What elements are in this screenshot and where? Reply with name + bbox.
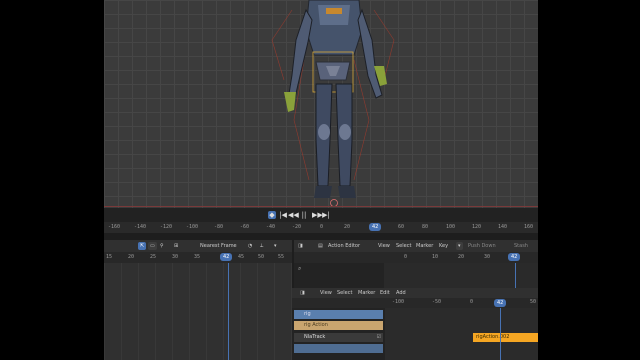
ruler-tick: -120 xyxy=(160,224,173,230)
playback-bar: ◆ |◀ ◀◀ || ▶▶ ▶| xyxy=(104,208,538,222)
jump-end-button[interactable]: ▶| xyxy=(322,211,330,219)
ruler-tick: 140 xyxy=(498,224,508,230)
floor-line xyxy=(104,206,538,207)
channel-rig[interactable]: rig xyxy=(294,310,383,319)
menu-marker[interactable]: Marker xyxy=(416,242,433,250)
snap-mode-dropdown[interactable]: Nearest Frame xyxy=(200,242,237,250)
ruler-tick: 55 xyxy=(278,254,285,260)
ruler-tick: 20 xyxy=(458,254,465,260)
ruler-tick: 20 xyxy=(344,224,351,230)
ruler-tick: 10 xyxy=(432,254,439,260)
action-editor-header: ◨ ▤ Action Editor View Select Marker Key… xyxy=(294,240,538,252)
keyframe-record-button[interactable]: ◆ xyxy=(268,211,276,219)
channel-nla-track[interactable]: NlaTrack ☑ xyxy=(294,333,383,342)
proportional-icon[interactable]: ◔ xyxy=(248,242,252,250)
ruler-tick: 60 xyxy=(398,224,405,230)
timeline-ruler[interactable]: -160 -140 -120 -100 -80 -60 -40 -20 0 20… xyxy=(104,222,538,233)
current-frame-badge[interactable]: 42 xyxy=(494,299,507,307)
action-editor: ◨ ▤ Action Editor View Select Marker Key… xyxy=(294,240,538,288)
push-down-button[interactable]: Push Down xyxy=(468,242,496,250)
playhead-line[interactable] xyxy=(500,308,501,360)
step-forward-button[interactable]: ▶▶ xyxy=(312,211,323,219)
snap-icon[interactable]: ⊞ xyxy=(174,242,178,250)
action-channel-list[interactable]: ⌕ xyxy=(294,263,384,288)
current-frame-badge[interactable]: 42 xyxy=(508,253,521,261)
ruler-tick: 45 xyxy=(238,254,245,260)
ruler-tick: -100 xyxy=(392,299,405,305)
menu-key[interactable]: Key xyxy=(439,242,448,250)
editor-type-icon[interactable]: ◨ xyxy=(300,289,305,297)
select-box-icon[interactable]: ▭ xyxy=(148,242,157,250)
menu-select[interactable]: Select xyxy=(337,289,352,297)
current-frame-badge[interactable]: 42 xyxy=(369,223,382,231)
ruler-tick: -80 xyxy=(214,224,224,230)
ruler-tick: 0 xyxy=(470,299,474,305)
action-browse-icon[interactable]: ▾ xyxy=(456,242,463,250)
nla-editor-ruler[interactable]: -100 -50 0 50 42 xyxy=(292,298,538,308)
channel-label: NlaTrack xyxy=(304,334,326,340)
ruler-tick: 35 xyxy=(194,254,201,260)
stash-button[interactable]: Stash xyxy=(514,242,528,250)
playhead-line[interactable] xyxy=(228,263,229,360)
blender-window: ◆ |◀ ◀◀ || ▶▶ ▶| -160 -140 -120 -100 -80… xyxy=(104,0,538,360)
3d-viewport[interactable] xyxy=(104,0,538,208)
action-editor-ruler[interactable]: 0 10 20 30 42 xyxy=(294,252,538,263)
mode-icon[interactable]: ▤ xyxy=(318,242,323,250)
ruler-tick: 50 xyxy=(530,299,537,305)
menu-edit[interactable]: Edit xyxy=(380,289,390,297)
ruler-tick: 50 xyxy=(258,254,265,260)
overlay-icon[interactable]: ⟂ xyxy=(260,242,263,250)
filter-icon[interactable]: ⚲ xyxy=(160,242,164,250)
ruler-tick: -160 xyxy=(108,224,121,230)
ruler-tick: -100 xyxy=(186,224,199,230)
nla-channel-list[interactable]: rig rig Action NlaTrack ☑ xyxy=(292,308,385,360)
menu-add[interactable]: Add xyxy=(396,289,406,297)
select-tool-icon[interactable]: ⇱ xyxy=(138,242,147,250)
ruler-tick: -60 xyxy=(240,224,250,230)
editor-type-icon[interactable]: ◨ xyxy=(298,242,303,250)
ruler-tick: -20 xyxy=(292,224,302,230)
jump-start-button[interactable]: |◀ xyxy=(279,211,287,219)
ruler-tick: -140 xyxy=(134,224,147,230)
nla-editor: ◨ View Select Marker Edit Add -100 -50 0… xyxy=(292,288,538,360)
ruler-tick: -50 xyxy=(432,299,442,305)
ruler-tick: 30 xyxy=(484,254,491,260)
search-icon[interactable]: ⌕ xyxy=(298,265,301,273)
ruler-tick: 120 xyxy=(472,224,482,230)
chevron-down-icon[interactable]: ▾ xyxy=(274,242,277,250)
menu-marker[interactable]: Marker xyxy=(358,289,375,297)
ruler-tick: 30 xyxy=(172,254,179,260)
nla-action-strip[interactable]: rigAction.002 xyxy=(473,333,538,342)
ruler-tick: 100 xyxy=(446,224,456,230)
channel-label: rig xyxy=(304,311,311,317)
menu-select[interactable]: Select xyxy=(396,242,411,250)
checkbox-icon[interactable]: ☑ xyxy=(377,333,381,342)
nla-editor-header: ◨ View Select Marker Edit Add xyxy=(292,288,538,298)
playhead-line[interactable] xyxy=(515,263,516,288)
step-back-button[interactable]: ◀◀ xyxy=(288,211,299,219)
armature-character xyxy=(271,0,395,207)
pause-button[interactable]: || xyxy=(300,211,308,219)
ruler-tick: 160 xyxy=(524,224,534,230)
timeline-editor-ruler[interactable]: 15 20 25 30 35 45 50 55 42 xyxy=(104,252,292,263)
ruler-tick: 20 xyxy=(128,254,135,260)
action-editor-mode-dropdown[interactable]: Action Editor xyxy=(328,242,360,250)
ruler-tick: 0 xyxy=(404,254,408,260)
channel-label: rig Action xyxy=(304,322,328,328)
current-frame-badge[interactable]: 42 xyxy=(220,253,233,261)
menu-view[interactable]: View xyxy=(320,289,332,297)
ruler-tick: -40 xyxy=(266,224,276,230)
menu-view[interactable]: View xyxy=(378,242,390,250)
channel-rig-action[interactable]: rig Action xyxy=(294,321,383,330)
ruler-tick: 25 xyxy=(150,254,157,260)
ruler-tick: 0 xyxy=(320,224,324,230)
timeline-editor-header: ⇱ ▭ ⚲ ⊞ Nearest Frame ◔ ⟂ ▾ xyxy=(104,240,292,252)
nla-strip-row: rigAction.002 xyxy=(385,333,538,342)
ruler-tick: 80 xyxy=(422,224,429,230)
ruler-tick: 15 xyxy=(106,254,113,260)
timeline-editor-area[interactable] xyxy=(104,263,292,360)
channel-summary[interactable] xyxy=(294,344,383,353)
timeline-editor: ⇱ ▭ ⚲ ⊞ Nearest Frame ◔ ⟂ ▾ 15 20 25 30 … xyxy=(104,240,292,360)
